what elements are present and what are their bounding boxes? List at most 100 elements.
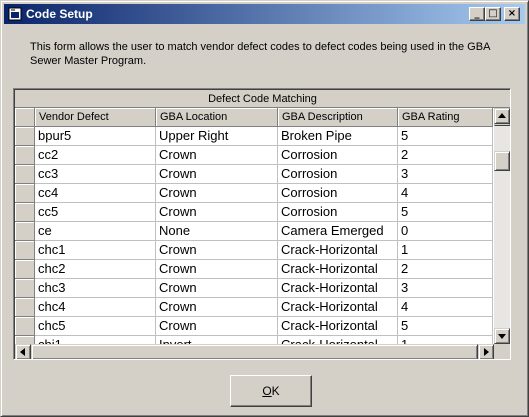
- table-row[interactable]: cc5 Crown Corrosion 5: [15, 203, 493, 222]
- table-row[interactable]: bpur5 Upper Right Broken Pipe 5: [15, 127, 493, 146]
- gba-description-cell[interactable]: Crack-Horizontal: [278, 260, 398, 279]
- gba-location-cell[interactable]: Crown: [156, 260, 278, 279]
- gba-rating-cell[interactable]: 4: [398, 298, 493, 317]
- scroll-down-button[interactable]: [494, 328, 510, 344]
- gba-location-cell[interactable]: None: [156, 222, 278, 241]
- vendor-defect-cell[interactable]: chc5: [35, 317, 156, 336]
- vendor-defect-cell[interactable]: cc2: [35, 146, 156, 165]
- gba-rating-cell[interactable]: 2: [398, 260, 493, 279]
- vendor-defect-cell[interactable]: bpur5: [35, 127, 156, 146]
- gba-description-cell[interactable]: Crack-Horizontal: [278, 298, 398, 317]
- gba-description-cell[interactable]: Broken Pipe: [278, 127, 398, 146]
- row-selector[interactable]: [15, 203, 35, 222]
- gba-rating-cell[interactable]: 5: [398, 127, 493, 146]
- minimize-button[interactable]: _: [469, 7, 485, 21]
- gba-location-cell[interactable]: Crown: [156, 184, 278, 203]
- vendor-defect-cell[interactable]: chc4: [35, 298, 156, 317]
- row-selector-header[interactable]: [15, 108, 35, 127]
- column-header-vendor-defect[interactable]: Vendor Defect: [35, 108, 156, 127]
- gba-location-cell[interactable]: Invert: [156, 336, 278, 344]
- gba-description-cell[interactable]: Camera Emerged: [278, 222, 398, 241]
- column-header-gba-description[interactable]: GBA Description: [278, 108, 398, 127]
- row-selector[interactable]: [15, 165, 35, 184]
- horizontal-scroll-thumb[interactable]: [31, 344, 478, 359]
- row-selector[interactable]: [15, 336, 35, 344]
- row-selector[interactable]: [15, 127, 35, 146]
- scroll-down-icon: [498, 334, 506, 339]
- table-row[interactable]: cc2 Crown Corrosion 2: [15, 146, 493, 165]
- vendor-defect-cell[interactable]: chc3: [35, 279, 156, 298]
- gba-description-cell[interactable]: Crack-Horizontal: [278, 241, 398, 260]
- scroll-left-button[interactable]: [15, 344, 31, 359]
- title-bar[interactable]: Code Setup _ □ ×: [4, 4, 525, 24]
- vendor-defect-cell[interactable]: chi1: [35, 336, 156, 344]
- gba-rating-cell[interactable]: 5: [398, 203, 493, 222]
- gba-location-cell[interactable]: Upper Right: [156, 127, 278, 146]
- row-selector[interactable]: [15, 222, 35, 241]
- gba-location-cell[interactable]: Crown: [156, 317, 278, 336]
- gba-rating-cell[interactable]: 5: [398, 317, 493, 336]
- close-button[interactable]: ×: [504, 7, 520, 21]
- vendor-defect-cell[interactable]: ce: [35, 222, 156, 241]
- gba-rating-cell[interactable]: 0: [398, 222, 493, 241]
- table-row[interactable]: ce None Camera Emerged 0: [15, 222, 493, 241]
- row-selector[interactable]: [15, 260, 35, 279]
- grid-header-row: Vendor Defect GBA Location GBA Descripti…: [15, 108, 493, 127]
- gba-location-cell[interactable]: Crown: [156, 298, 278, 317]
- gba-rating-cell[interactable]: 1: [398, 336, 493, 344]
- gba-rating-cell[interactable]: 4: [398, 184, 493, 203]
- row-selector[interactable]: [15, 184, 35, 203]
- defect-code-grid[interactable]: Defect Code Matching Vendor Defect GBA L…: [13, 88, 511, 360]
- gba-rating-cell[interactable]: 1: [398, 241, 493, 260]
- table-row[interactable]: chc3 Crown Crack-Horizontal 3: [15, 279, 493, 298]
- gba-location-cell[interactable]: Crown: [156, 203, 278, 222]
- table-row[interactable]: cc3 Crown Corrosion 3: [15, 165, 493, 184]
- grid-caption: Defect Code Matching: [15, 90, 510, 108]
- maximize-button[interactable]: □: [485, 7, 501, 21]
- gba-description-cell[interactable]: Crack-Horizontal: [278, 336, 398, 344]
- gba-description-cell[interactable]: Corrosion: [278, 146, 398, 165]
- vendor-defect-cell[interactable]: cc3: [35, 165, 156, 184]
- row-selector[interactable]: [15, 241, 35, 260]
- gba-description-cell[interactable]: Crack-Horizontal: [278, 317, 398, 336]
- vertical-scroll-track[interactable]: [494, 124, 510, 126]
- scroll-right-button[interactable]: [478, 344, 494, 359]
- table-row[interactable]: chc4 Crown Crack-Horizontal 4: [15, 298, 493, 317]
- gba-description-cell[interactable]: Crack-Horizontal: [278, 279, 398, 298]
- row-selector[interactable]: [15, 146, 35, 165]
- table-row[interactable]: cc4 Crown Corrosion 4: [15, 184, 493, 203]
- vendor-defect-cell[interactable]: cc4: [35, 184, 156, 203]
- horizontal-scrollbar[interactable]: [15, 344, 494, 359]
- vendor-defect-cell[interactable]: cc5: [35, 203, 156, 222]
- scroll-left-icon: [20, 348, 25, 356]
- vertical-scrollbar[interactable]: [494, 108, 510, 344]
- scroll-up-button[interactable]: [494, 108, 510, 124]
- vendor-defect-cell[interactable]: chc1: [35, 241, 156, 260]
- row-selector[interactable]: [15, 298, 35, 317]
- column-header-gba-rating[interactable]: GBA Rating: [398, 108, 493, 127]
- gba-rating-cell[interactable]: 3: [398, 165, 493, 184]
- gba-location-cell[interactable]: Crown: [156, 146, 278, 165]
- maximize-icon: □: [488, 8, 498, 19]
- gba-location-cell[interactable]: Crown: [156, 165, 278, 184]
- minimize-icon: _: [474, 8, 480, 19]
- vertical-scroll-thumb[interactable]: [494, 151, 510, 171]
- ok-button[interactable]: OK: [230, 375, 312, 407]
- gba-description-cell[interactable]: Corrosion: [278, 184, 398, 203]
- table-row[interactable]: chc2 Crown Crack-Horizontal 2: [15, 260, 493, 279]
- vendor-defect-cell[interactable]: chc2: [35, 260, 156, 279]
- table-row[interactable]: chc1 Crown Crack-Horizontal 1: [15, 241, 493, 260]
- row-selector[interactable]: [15, 279, 35, 298]
- row-selector[interactable]: [15, 317, 35, 336]
- gba-rating-cell[interactable]: 2: [398, 146, 493, 165]
- column-header-gba-location[interactable]: GBA Location: [156, 108, 278, 127]
- gba-description-cell[interactable]: Corrosion: [278, 203, 398, 222]
- gba-location-cell[interactable]: Crown: [156, 241, 278, 260]
- table-row[interactable]: chc5 Crown Crack-Horizontal 5: [15, 317, 493, 336]
- gba-description-cell[interactable]: Corrosion: [278, 165, 398, 184]
- form-description: This form allows the user to match vendo…: [30, 41, 490, 67]
- gba-location-cell[interactable]: Crown: [156, 279, 278, 298]
- table-row[interactable]: chi1InvertCrack-Horizontal1: [15, 336, 493, 344]
- scroll-right-icon: [484, 348, 489, 356]
- gba-rating-cell[interactable]: 3: [398, 279, 493, 298]
